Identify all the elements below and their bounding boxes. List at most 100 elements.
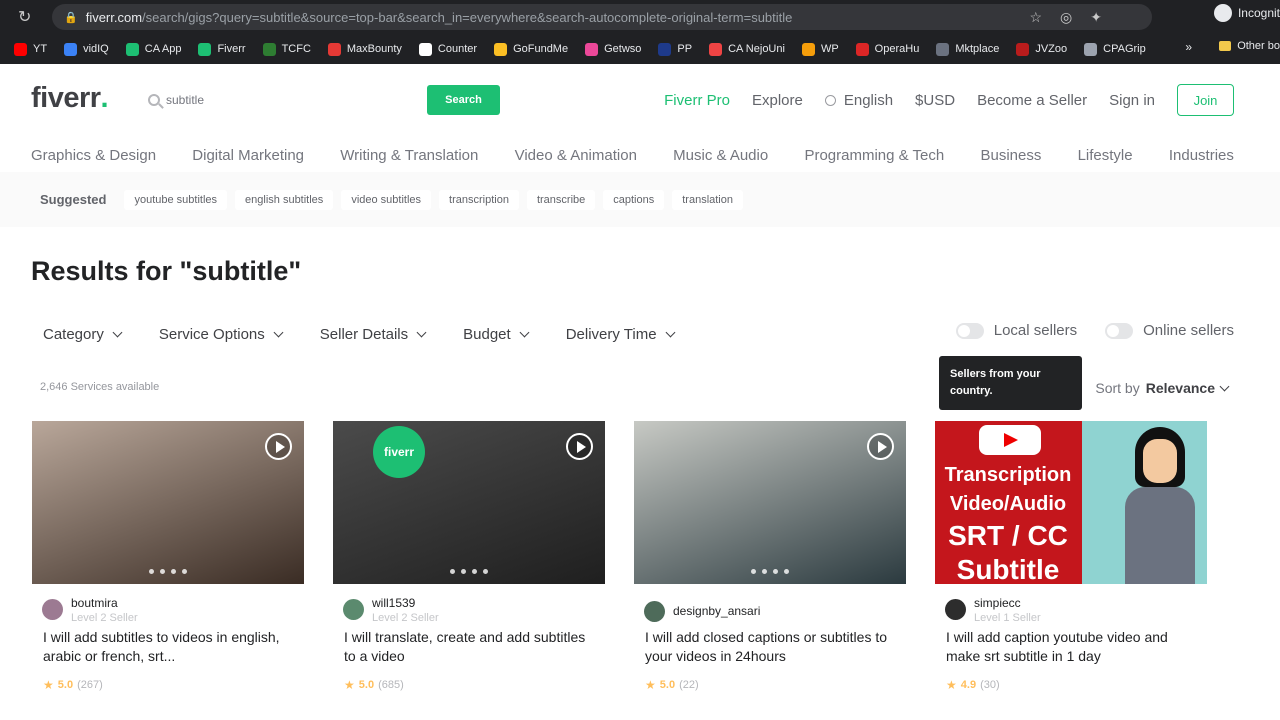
currency-selector[interactable]: $USD (915, 92, 955, 109)
carousel-dot[interactable] (773, 569, 778, 574)
bookmark-item[interactable]: CPAGrip (1084, 42, 1146, 56)
bookmark-item[interactable]: CA App (125, 42, 181, 56)
carousel-dots[interactable] (751, 569, 789, 574)
carousel-dots[interactable] (149, 569, 187, 574)
avatar[interactable] (945, 599, 966, 620)
bookmark-item[interactable]: WP (801, 42, 839, 56)
carousel-dot[interactable] (461, 569, 466, 574)
bookmark-item[interactable]: Fiverr (198, 42, 246, 56)
gig-title[interactable]: I will add subtitles to videos in englis… (32, 628, 304, 674)
carousel-dot[interactable] (751, 569, 756, 574)
bookmark-item[interactable]: vidIQ (64, 42, 109, 56)
suggested-chip[interactable]: transcription (439, 189, 519, 210)
rating-count: (30) (980, 679, 1000, 691)
gig-thumbnail[interactable] (634, 421, 906, 584)
sort-dropdown[interactable]: Sort by Relevance (1095, 380, 1230, 396)
category-link[interactable]: Graphics & Design (31, 147, 156, 164)
bookmark-item[interactable]: YT (14, 42, 47, 56)
carousel-dot[interactable] (784, 569, 789, 574)
profile-button[interactable]: Incognit (1213, 4, 1280, 22)
toggle-switch[interactable] (1105, 322, 1134, 339)
suggested-chip[interactable]: english subtitles (235, 189, 334, 210)
bookmark-item[interactable]: MaxBounty (327, 42, 402, 56)
category-link[interactable]: Programming & Tech (804, 147, 944, 164)
play-icon[interactable] (867, 433, 894, 460)
star-icon[interactable]: ☆ (1029, 9, 1042, 26)
category-link[interactable]: Digital Marketing (192, 147, 304, 164)
carousel-dot[interactable] (149, 569, 154, 574)
play-icon[interactable] (566, 433, 593, 460)
play-icon[interactable] (265, 433, 292, 460)
other-bookmarks[interactable]: Other bo (1219, 40, 1280, 52)
carousel-dot[interactable] (472, 569, 477, 574)
gig-thumbnail[interactable] (32, 421, 304, 584)
filter-dropdown[interactable]: Budget (451, 320, 540, 348)
gig-card[interactable]: fiverr will1539 Level 2 Seller I will trans… (333, 421, 605, 692)
filter-dropdown[interactable]: Seller Details (308, 320, 437, 348)
suggested-chip[interactable]: transcribe (526, 189, 596, 210)
become-seller-link[interactable]: Become a Seller (977, 92, 1087, 109)
seller-name[interactable]: simpiecc (974, 596, 1041, 610)
bookmark-item[interactable]: PP (658, 42, 692, 56)
avatar[interactable] (42, 599, 63, 620)
category-link[interactable]: Business (980, 147, 1041, 164)
suggested-chip[interactable]: youtube subtitles (124, 189, 228, 210)
avatar[interactable] (343, 599, 364, 620)
search-input[interactable] (166, 93, 416, 107)
carousel-dot[interactable] (171, 569, 176, 574)
gig-title[interactable]: I will translate, create and add subtitl… (333, 628, 605, 674)
gig-thumbnail[interactable]: Transcription Video/Audio SRT / CC Subtitle (935, 421, 1207, 584)
gig-card[interactable]: designby_ansari I will add closed caption… (634, 421, 906, 692)
join-button[interactable]: Join (1177, 84, 1234, 116)
seller-name[interactable]: designby_ansari (673, 604, 760, 618)
category-link[interactable]: Music & Audio (673, 147, 768, 164)
bookmarks-more-button[interactable]: » (1185, 40, 1192, 54)
bookmark-item[interactable]: JVZoo (1016, 42, 1067, 56)
category-link[interactable]: Writing & Translation (340, 147, 478, 164)
local-sellers-toggle[interactable]: Local sellers (955, 322, 1077, 339)
seller-name[interactable]: will1539 (372, 596, 439, 610)
address-bar[interactable]: 🔒 fiverr.com /search/gigs?query=subtitle… (52, 4, 1152, 30)
category-link[interactable]: Video & Animation (515, 147, 637, 164)
suggested-chip[interactable]: video subtitles (341, 189, 432, 210)
online-sellers-toggle[interactable]: Online sellers (1105, 322, 1234, 339)
bookmark-item[interactable]: TCFC (262, 42, 311, 56)
suggested-chip[interactable]: captions (603, 189, 665, 210)
carousel-dot[interactable] (160, 569, 165, 574)
carousel-dot[interactable] (762, 569, 767, 574)
toggle-switch[interactable] (955, 322, 984, 339)
bookmark-item[interactable]: Counter (418, 42, 477, 56)
bookmark-item[interactable]: Mktplace (936, 42, 999, 56)
seller-name[interactable]: boutmira (71, 596, 138, 610)
gig-title[interactable]: I will add closed captions or subtitles … (634, 628, 906, 674)
carousel-dots[interactable] (450, 569, 488, 574)
fiverr-logo[interactable]: fiverr. (31, 82, 109, 115)
gig-thumbnail[interactable]: fiverr (333, 421, 605, 584)
reload-icon[interactable]: ↻ (18, 7, 38, 27)
gig-title[interactable]: I will add caption youtube video and mak… (935, 628, 1207, 674)
bookmark-item[interactable]: GoFundMe (494, 42, 568, 56)
sign-in-link[interactable]: Sign in (1109, 92, 1155, 109)
category-link[interactable]: Industries (1169, 147, 1234, 164)
search-button[interactable]: Search (427, 85, 500, 115)
incognito-icon[interactable]: ◎ (1060, 9, 1072, 26)
gig-card[interactable]: boutmira Level 2 Seller I will add subtitl… (32, 421, 304, 692)
lock-icon: 🔒 (64, 11, 78, 24)
fiverr-pro-link[interactable]: Fiverr Pro (664, 92, 730, 109)
extensions-icon[interactable]: ✦ (1090, 9, 1102, 26)
filter-dropdown[interactable]: Category (31, 320, 133, 348)
gig-card[interactable]: Transcription Video/Audio SRT / CC Subtitle… (935, 421, 1207, 692)
filter-dropdown[interactable]: Delivery Time (554, 320, 686, 348)
bookmark-item[interactable]: Getwso (585, 42, 641, 56)
carousel-dot[interactable] (483, 569, 488, 574)
category-link[interactable]: Lifestyle (1078, 147, 1133, 164)
bookmark-item[interactable]: CA NejoUni (709, 42, 785, 56)
filter-dropdown[interactable]: Service Options (147, 320, 294, 348)
carousel-dot[interactable] (182, 569, 187, 574)
suggested-chip[interactable]: translation (672, 189, 743, 210)
bookmark-item[interactable]: OperaHu (855, 42, 919, 56)
avatar[interactable] (644, 600, 665, 622)
explore-link[interactable]: Explore (752, 92, 803, 109)
carousel-dot[interactable] (450, 569, 455, 574)
language-selector[interactable]: English (824, 92, 893, 109)
